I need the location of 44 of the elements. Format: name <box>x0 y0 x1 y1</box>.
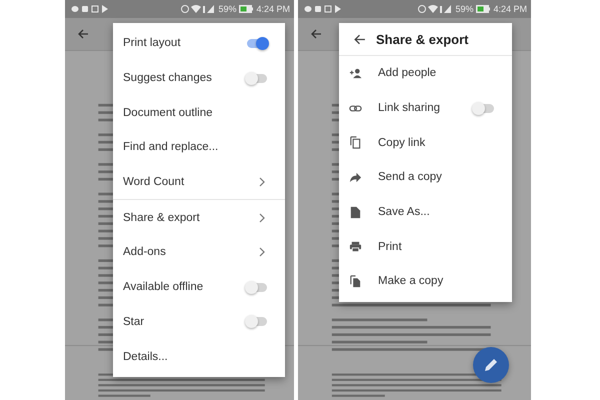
forward-arrow-icon <box>349 170 362 184</box>
back-arrow-icon[interactable] <box>77 28 89 40</box>
chevron-right-icon <box>259 247 265 258</box>
menu-item[interactable]: Link sharing <box>378 102 440 114</box>
battery-icon <box>239 5 254 13</box>
menu-item[interactable]: Details... <box>123 350 168 363</box>
chevron-right-icon <box>259 177 265 188</box>
add-person-icon <box>349 66 362 80</box>
menu-item[interactable]: Save As... <box>378 206 430 218</box>
back-arrow-icon[interactable] <box>310 28 322 40</box>
toggle-switch[interactable] <box>247 74 267 83</box>
menu-item[interactable]: Copy link <box>378 136 426 149</box>
battery-percentage: 59% <box>455 4 474 14</box>
chevron-right-icon <box>259 212 265 223</box>
menu-title: Share & export <box>376 32 468 46</box>
toggle-switch[interactable] <box>474 104 494 113</box>
back-arrow-icon[interactable] <box>353 32 366 46</box>
copy-file-icon <box>349 274 362 288</box>
menu-item[interactable]: Star <box>123 316 144 328</box>
battery-icon <box>476 5 490 13</box>
battery-percentage: 59% <box>218 4 236 14</box>
menu-item[interactable]: Find and replace... <box>123 141 218 154</box>
toggle-switch[interactable] <box>247 282 267 292</box>
copy-icon <box>349 136 362 150</box>
menu-item[interactable]: Word Count <box>123 176 184 188</box>
edit-fab-button[interactable] <box>473 347 509 383</box>
toggle-switch[interactable] <box>247 38 267 48</box>
menu-item[interactable]: Share & export <box>123 212 200 224</box>
toggle-switch[interactable] <box>247 317 267 326</box>
menu-item[interactable]: Send a copy <box>378 171 442 184</box>
menu-item[interactable]: Make a copy <box>378 275 444 288</box>
menu-item[interactable]: Suggest changes <box>123 72 212 84</box>
menu-item[interactable]: Print layout <box>123 37 181 50</box>
menu-item[interactable]: Document outline <box>123 106 212 119</box>
status-time: 4:24 PM <box>256 4 290 14</box>
system-icons-drawing <box>418 4 452 14</box>
file-icon <box>349 206 362 219</box>
system-icons-drawing <box>181 4 216 14</box>
menu-item[interactable]: Print <box>378 240 402 253</box>
menu-item[interactable]: Add people <box>378 67 436 80</box>
printer-icon <box>349 240 362 254</box>
status-time: 4:24 PM <box>493 4 527 14</box>
menu-item[interactable]: Add-ons <box>123 246 166 258</box>
menu-item[interactable]: Available offline <box>123 281 204 294</box>
